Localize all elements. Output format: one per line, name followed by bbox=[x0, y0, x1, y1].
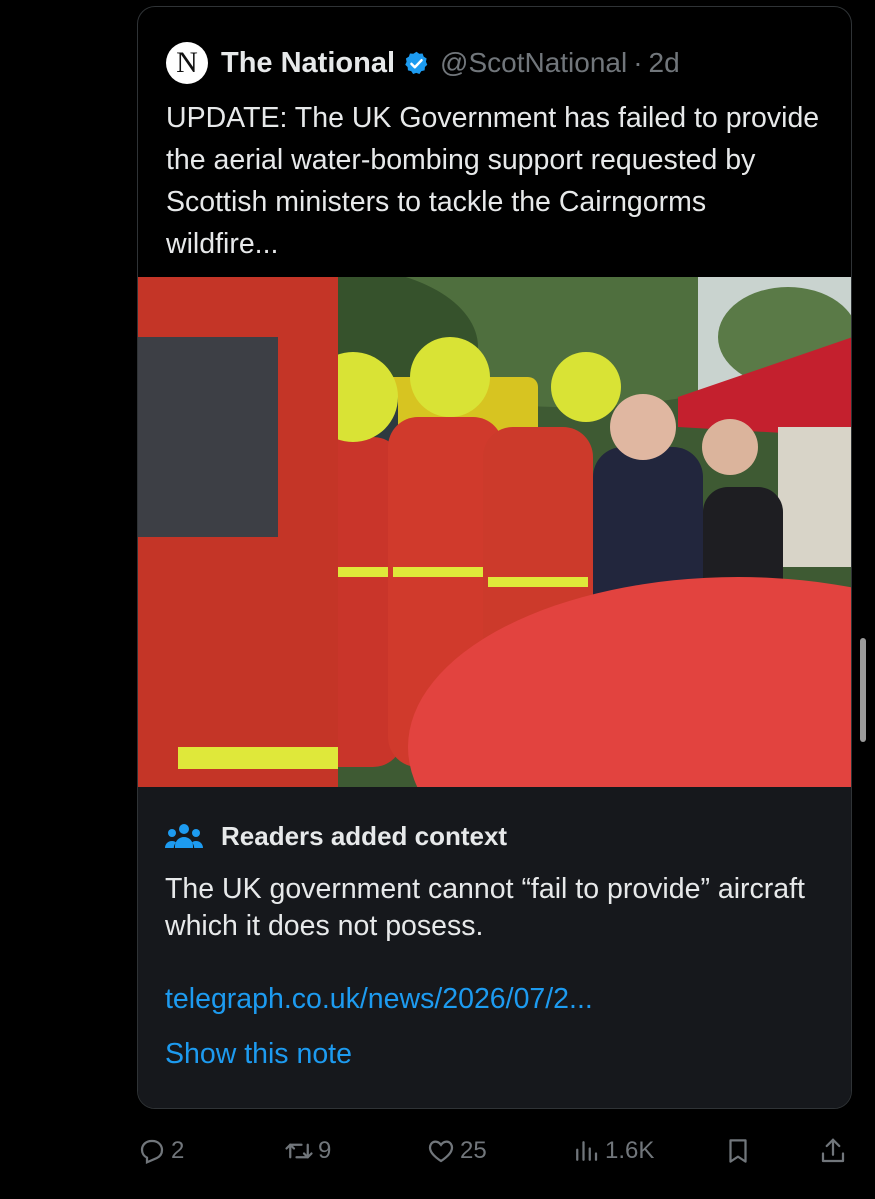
post-timestamp[interactable]: 2d bbox=[649, 47, 680, 79]
reply-icon bbox=[137, 1136, 167, 1166]
views-count: 1.6K bbox=[605, 1137, 655, 1164]
author-handle[interactable]: @ScotNational bbox=[440, 47, 627, 79]
views-button[interactable]: 1.6K bbox=[571, 1133, 654, 1169]
like-button[interactable]: 25 bbox=[426, 1133, 487, 1169]
bookmark-button[interactable] bbox=[723, 1133, 753, 1169]
post-text: UPDATE: The UK Government has failed to … bbox=[166, 102, 820, 260]
separator-dot: · bbox=[633, 47, 643, 78]
verified-badge-icon bbox=[403, 50, 430, 77]
repost-count: 9 bbox=[318, 1137, 332, 1164]
note-source-link[interactable]: telegraph.co.uk/news/2026/07/2... bbox=[165, 983, 593, 1016]
quoted-post-card[interactable]: N The National @ScotNational · 2d UPDATE… bbox=[137, 6, 852, 1109]
repost-button[interactable]: 9 bbox=[284, 1133, 331, 1169]
people-icon bbox=[165, 822, 203, 852]
note-header: Readers added context bbox=[165, 821, 507, 852]
author-name[interactable]: The National bbox=[221, 47, 395, 80]
reply-count: 2 bbox=[171, 1137, 185, 1164]
show-note-link[interactable]: Show this note bbox=[165, 1038, 352, 1071]
quoted-post-header: N The National @ScotNational · 2d bbox=[166, 42, 680, 84]
repost-icon bbox=[284, 1136, 314, 1166]
like-icon bbox=[426, 1136, 456, 1166]
action-bar: 2 9 25 1.6K bbox=[0, 1133, 875, 1169]
scrollbar[interactable] bbox=[860, 638, 866, 742]
reply-button[interactable]: 2 bbox=[137, 1133, 184, 1169]
share-icon bbox=[818, 1136, 848, 1166]
avatar[interactable]: N bbox=[166, 42, 208, 84]
views-icon bbox=[571, 1136, 601, 1166]
community-note[interactable]: Readers added context The UK government … bbox=[138, 787, 851, 1108]
note-body: The UK government cannot “fail to provid… bbox=[165, 873, 805, 942]
bookmark-icon bbox=[723, 1136, 753, 1166]
share-button[interactable] bbox=[818, 1133, 848, 1169]
post-photo[interactable] bbox=[138, 277, 851, 787]
note-title: Readers added context bbox=[221, 821, 508, 851]
like-count: 25 bbox=[460, 1137, 487, 1164]
